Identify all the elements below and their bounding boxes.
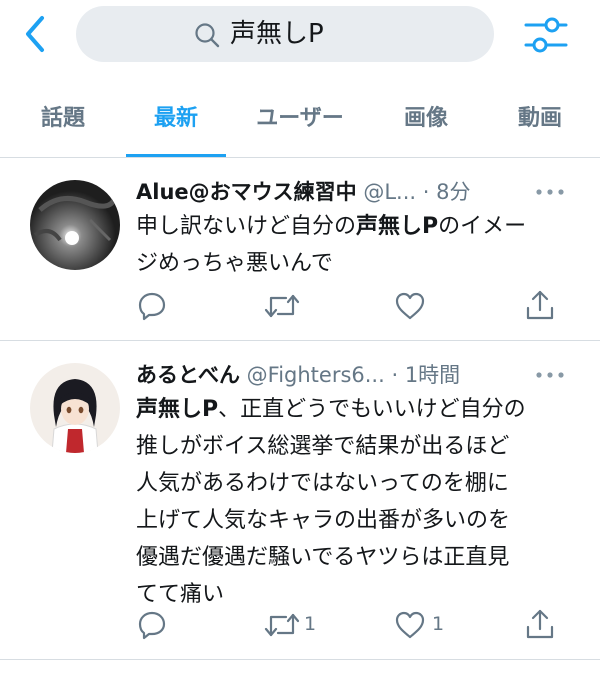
- tweet[interactable]: Alue@おマウス練習中 @L... · 8分 申し訳ないけど自分の声無しPのイ…: [0, 158, 600, 340]
- tab-label: 話題: [40, 106, 85, 131]
- reply-icon: [138, 611, 166, 640]
- tab-top[interactable]: 話題: [0, 86, 126, 158]
- search-field[interactable]: 声無しP: [76, 6, 494, 62]
- highlighted-term: 声無しP: [356, 214, 439, 239]
- timestamp: · 1時間: [391, 363, 461, 387]
- tab-label: 最新: [153, 106, 198, 131]
- tab-label: 画像: [403, 106, 448, 131]
- share-icon: [526, 290, 554, 320]
- tab-label: ユーザー: [256, 106, 344, 131]
- text-segment: のイメー: [438, 214, 527, 239]
- tweet-text: 申し訳ないけど自分の声無しPのイメー ジめっちゃ悪いんで: [136, 208, 576, 282]
- retweet-icon: [264, 294, 300, 318]
- reply-icon: [138, 292, 166, 321]
- chevron-left-icon: [26, 16, 44, 52]
- sliders-icon: [524, 17, 568, 53]
- tweet-text: 声無しP、正直どうでもいいけど自分の 推しがボイス総選挙で結果が出るほど 人気が…: [136, 391, 576, 613]
- share-icon: [526, 609, 554, 639]
- avatar-image: [30, 363, 120, 453]
- back-button[interactable]: [20, 14, 56, 54]
- text-line: 推しがボイス総選挙で結果が出るほど: [136, 434, 510, 459]
- more-button[interactable]: [534, 365, 566, 385]
- display-name[interactable]: Alue@おマウス練習中: [136, 180, 357, 204]
- top-bar: 声無しP: [0, 0, 600, 70]
- user-handle: @L...: [363, 180, 417, 204]
- text-segment: 、正直どうでもいいけど自分の: [218, 397, 526, 422]
- tab-latest[interactable]: 最新: [126, 86, 226, 158]
- reply-button[interactable]: [136, 290, 168, 326]
- like-count: 1: [432, 613, 445, 635]
- search-icon: [195, 23, 220, 48]
- highlighted-term: 声無しP: [136, 397, 219, 422]
- user-handle: @Fighters6...: [246, 363, 385, 387]
- share-button[interactable]: [524, 288, 556, 326]
- like-button[interactable]: [394, 290, 426, 326]
- search-filter-button[interactable]: [522, 13, 570, 57]
- text-segment: 申し訳ないけど自分の: [136, 214, 357, 239]
- avatar[interactable]: [30, 180, 120, 270]
- text-line: 上げて人気なキャラの出番が多いのを: [136, 508, 511, 533]
- tab-people[interactable]: ユーザー: [236, 86, 364, 158]
- more-button[interactable]: [534, 182, 566, 202]
- tweet-header: Alue@おマウス練習中 @L... · 8分: [136, 178, 470, 206]
- tweet-header: あるとべん @Fighters6... · 1時間: [136, 361, 460, 389]
- text-line: てて痛い: [136, 582, 225, 607]
- search-tabs: 話題 最新 ユーザー 画像 動画: [0, 86, 600, 158]
- text-line: ジめっちゃ悪いんで: [136, 251, 333, 276]
- tab-label: 動画: [517, 106, 562, 131]
- tab-photos[interactable]: 画像: [374, 86, 478, 158]
- retweet-button[interactable]: [264, 290, 300, 326]
- heart-icon: [395, 611, 425, 639]
- more-icon: [536, 372, 564, 378]
- reply-button[interactable]: [136, 609, 168, 645]
- heart-icon: [395, 292, 425, 320]
- display-name[interactable]: あるとべん: [136, 363, 240, 387]
- tab-videos[interactable]: 動画: [488, 86, 592, 158]
- retweet-count: 1: [304, 613, 317, 635]
- avatar-image: [30, 180, 120, 270]
- share-button[interactable]: [524, 607, 556, 645]
- like-button[interactable]: 1: [394, 609, 454, 643]
- tweet-divider: [0, 659, 600, 660]
- avatar[interactable]: [30, 363, 120, 453]
- timestamp: · 8分: [422, 180, 471, 204]
- retweet-button[interactable]: 1: [264, 609, 324, 643]
- text-line: 優遇だ優遇だ騒いでるヤツらは正直見: [136, 545, 510, 570]
- retweet-icon: [264, 613, 300, 637]
- search-query[interactable]: 声無しP: [230, 17, 324, 51]
- tweet[interactable]: あるとべん @Fighters6... · 1時間 声無しP、正直どうでもいいけ…: [0, 341, 600, 659]
- more-icon: [536, 189, 564, 195]
- text-line: 人気があるわけではないってのを棚に: [136, 471, 509, 496]
